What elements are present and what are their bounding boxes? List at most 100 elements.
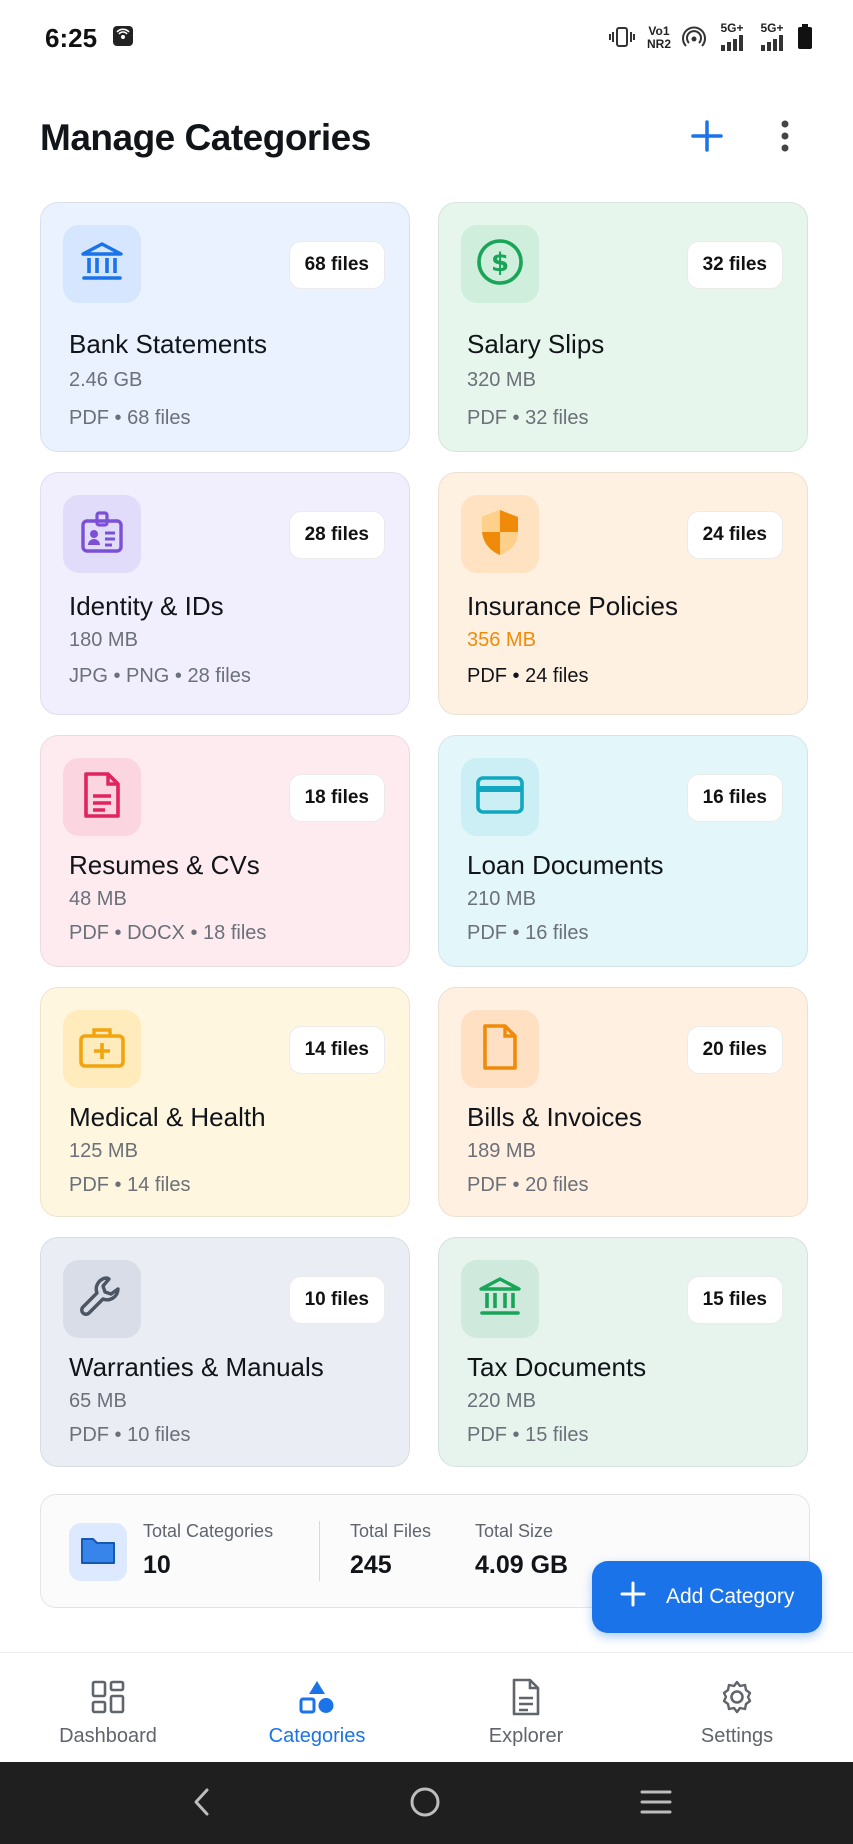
- nav-explorer[interactable]: Explorer: [436, 1653, 616, 1763]
- category-size: 320 MB: [467, 369, 536, 391]
- nav-settings[interactable]: Settings: [647, 1653, 827, 1763]
- category-title: Identity & IDs: [69, 591, 224, 621]
- chevron-left-icon: [192, 1787, 212, 1822]
- category-title: Resumes & CVs: [69, 850, 260, 880]
- system-navigation-bar: [0, 1762, 853, 1844]
- bank-icon: [477, 1274, 523, 1325]
- file-count-badge: 18 files: [288, 774, 385, 822]
- network-label: Vo1 NR2: [647, 25, 671, 51]
- app-header: Manage Categories: [0, 100, 853, 176]
- add-category-label: Add Category: [666, 1585, 795, 1608]
- file-count-badge: 14 files: [288, 1026, 385, 1074]
- category-card-loan-documents[interactable]: 16 files Loan Documents 210 MB PDF • 16 …: [438, 735, 808, 967]
- category-icon-box: [461, 758, 539, 836]
- category-icon-box: [461, 1010, 539, 1088]
- bottom-navigation: Dashboard Categories Explorer Settings: [0, 1652, 853, 1762]
- nav-settings-label: Settings: [700, 1725, 774, 1747]
- category-title: Warranties & Manuals: [69, 1352, 324, 1382]
- plus-icon: [620, 1581, 646, 1613]
- categories-icon: [299, 1675, 335, 1719]
- nav-dashboard[interactable]: Dashboard: [18, 1653, 198, 1763]
- category-card-resumes[interactable]: 18 files Resumes & CVs 48 MB PDF • DOCX …: [40, 735, 410, 967]
- category-card-tax-documents[interactable]: 15 files Tax Documents 220 MB PDF • 15 f…: [438, 1237, 808, 1467]
- category-meta: PDF • 15 files: [467, 1424, 589, 1446]
- summary-divider: [319, 1521, 320, 1581]
- category-size: 2.46 GB: [69, 369, 143, 391]
- add-button[interactable]: [679, 110, 735, 166]
- category-size: 356 MB: [467, 629, 536, 651]
- category-icon-box: [63, 1010, 141, 1088]
- svg-text:$: $: [491, 248, 509, 278]
- dollar-circle-icon: $: [475, 237, 525, 292]
- category-meta: JPG • PNG • 28 files: [69, 665, 251, 687]
- category-icon-box: [63, 495, 141, 573]
- file-count-badge: 24 files: [686, 511, 783, 559]
- credit-card-icon: [475, 775, 525, 820]
- menu-lines-icon: [640, 1789, 672, 1820]
- signal-1: 5G+: [717, 22, 747, 54]
- category-icon-box: [461, 495, 539, 573]
- category-meta: PDF • 20 files: [467, 1174, 589, 1196]
- category-meta: PDF • 16 files: [467, 922, 589, 944]
- gear-icon: [719, 1675, 755, 1719]
- plus-icon: [690, 119, 724, 158]
- document-icon: [511, 1675, 541, 1719]
- status-time: 6:25: [45, 22, 98, 53]
- category-card-insurance[interactable]: 24 files Insurance Policies 356 MB PDF •…: [438, 472, 808, 715]
- category-card-warranties[interactable]: 10 files Warranties & Manuals 65 MB PDF …: [40, 1237, 410, 1467]
- category-size: 48 MB: [69, 888, 127, 910]
- total-categories-label: Total Categories: [143, 1521, 274, 1541]
- category-size: 210 MB: [467, 888, 536, 910]
- status-bar: 6:25 Vo1 NR2 5G+ 5G+: [0, 0, 853, 76]
- category-title: Insurance Policies: [467, 591, 678, 621]
- status-left: 6:25: [45, 23, 135, 54]
- nfc-icon: [111, 24, 135, 53]
- wrench-icon: [77, 1272, 127, 1327]
- file-count-badge: 16 files: [686, 774, 783, 822]
- category-meta: PDF • 14 files: [69, 1174, 191, 1196]
- signal-1-label: 5G+: [720, 21, 744, 35]
- file-count-badge: 15 files: [686, 1276, 783, 1324]
- category-size: 189 MB: [467, 1140, 536, 1162]
- total-files-value: 245: [350, 1551, 392, 1579]
- category-size: 125 MB: [69, 1140, 138, 1162]
- summary-icon-box: [69, 1523, 127, 1581]
- category-size: 180 MB: [69, 629, 138, 651]
- system-back-button[interactable]: [172, 1784, 232, 1824]
- category-title: Loan Documents: [467, 850, 664, 880]
- category-grid: 68 files Bank Statements 2.46 GB PDF • 6…: [40, 202, 810, 1487]
- status-right: Vo1 NR2 5G+ 5G+: [607, 22, 813, 54]
- vibrate-icon: [607, 25, 637, 52]
- shield-icon: [477, 507, 523, 562]
- battery-icon: [797, 23, 813, 53]
- dashboard-icon: [91, 1675, 125, 1719]
- more-options-button[interactable]: [757, 110, 813, 166]
- category-meta: PDF • 24 files: [467, 665, 589, 687]
- add-category-button[interactable]: Add Category: [592, 1561, 822, 1633]
- home-circle-icon: [409, 1786, 441, 1823]
- file-count-badge: 32 files: [686, 241, 783, 289]
- category-card-bank-statements[interactable]: 68 files Bank Statements 2.46 GB PDF • 6…: [40, 202, 410, 452]
- bank-icon: [79, 239, 125, 290]
- category-card-bills[interactable]: 20 files Bills & Invoices 189 MB PDF • 2…: [438, 987, 808, 1217]
- category-title: Salary Slips: [467, 329, 605, 359]
- signal-2-label: 5G+: [760, 21, 784, 35]
- category-icon-box: [63, 758, 141, 836]
- category-icon-box: [63, 1260, 141, 1338]
- category-meta: PDF • 10 files: [69, 1424, 191, 1446]
- document-icon: [80, 770, 124, 825]
- nav-dashboard-label: Dashboard: [59, 1725, 157, 1747]
- category-icon-box: [461, 1260, 539, 1338]
- file-icon: [479, 1022, 521, 1077]
- category-card-medical[interactable]: 14 files Medical & Health 125 MB PDF • 1…: [40, 987, 410, 1217]
- system-home-button[interactable]: [395, 1784, 455, 1824]
- file-count-badge: 20 files: [686, 1026, 783, 1074]
- category-size: 65 MB: [69, 1390, 127, 1412]
- category-size: 220 MB: [467, 1390, 536, 1412]
- nav-categories[interactable]: Categories: [227, 1653, 407, 1763]
- category-title: Tax Documents: [467, 1352, 647, 1382]
- category-card-salary-slips[interactable]: $ 32 files Salary Slips 320 MB PDF • 32 …: [438, 202, 808, 452]
- medical-kit-icon: [77, 1024, 127, 1075]
- category-card-identity[interactable]: 28 files Identity & IDs 180 MB JPG • PNG…: [40, 472, 410, 715]
- system-recents-button[interactable]: [626, 1784, 686, 1824]
